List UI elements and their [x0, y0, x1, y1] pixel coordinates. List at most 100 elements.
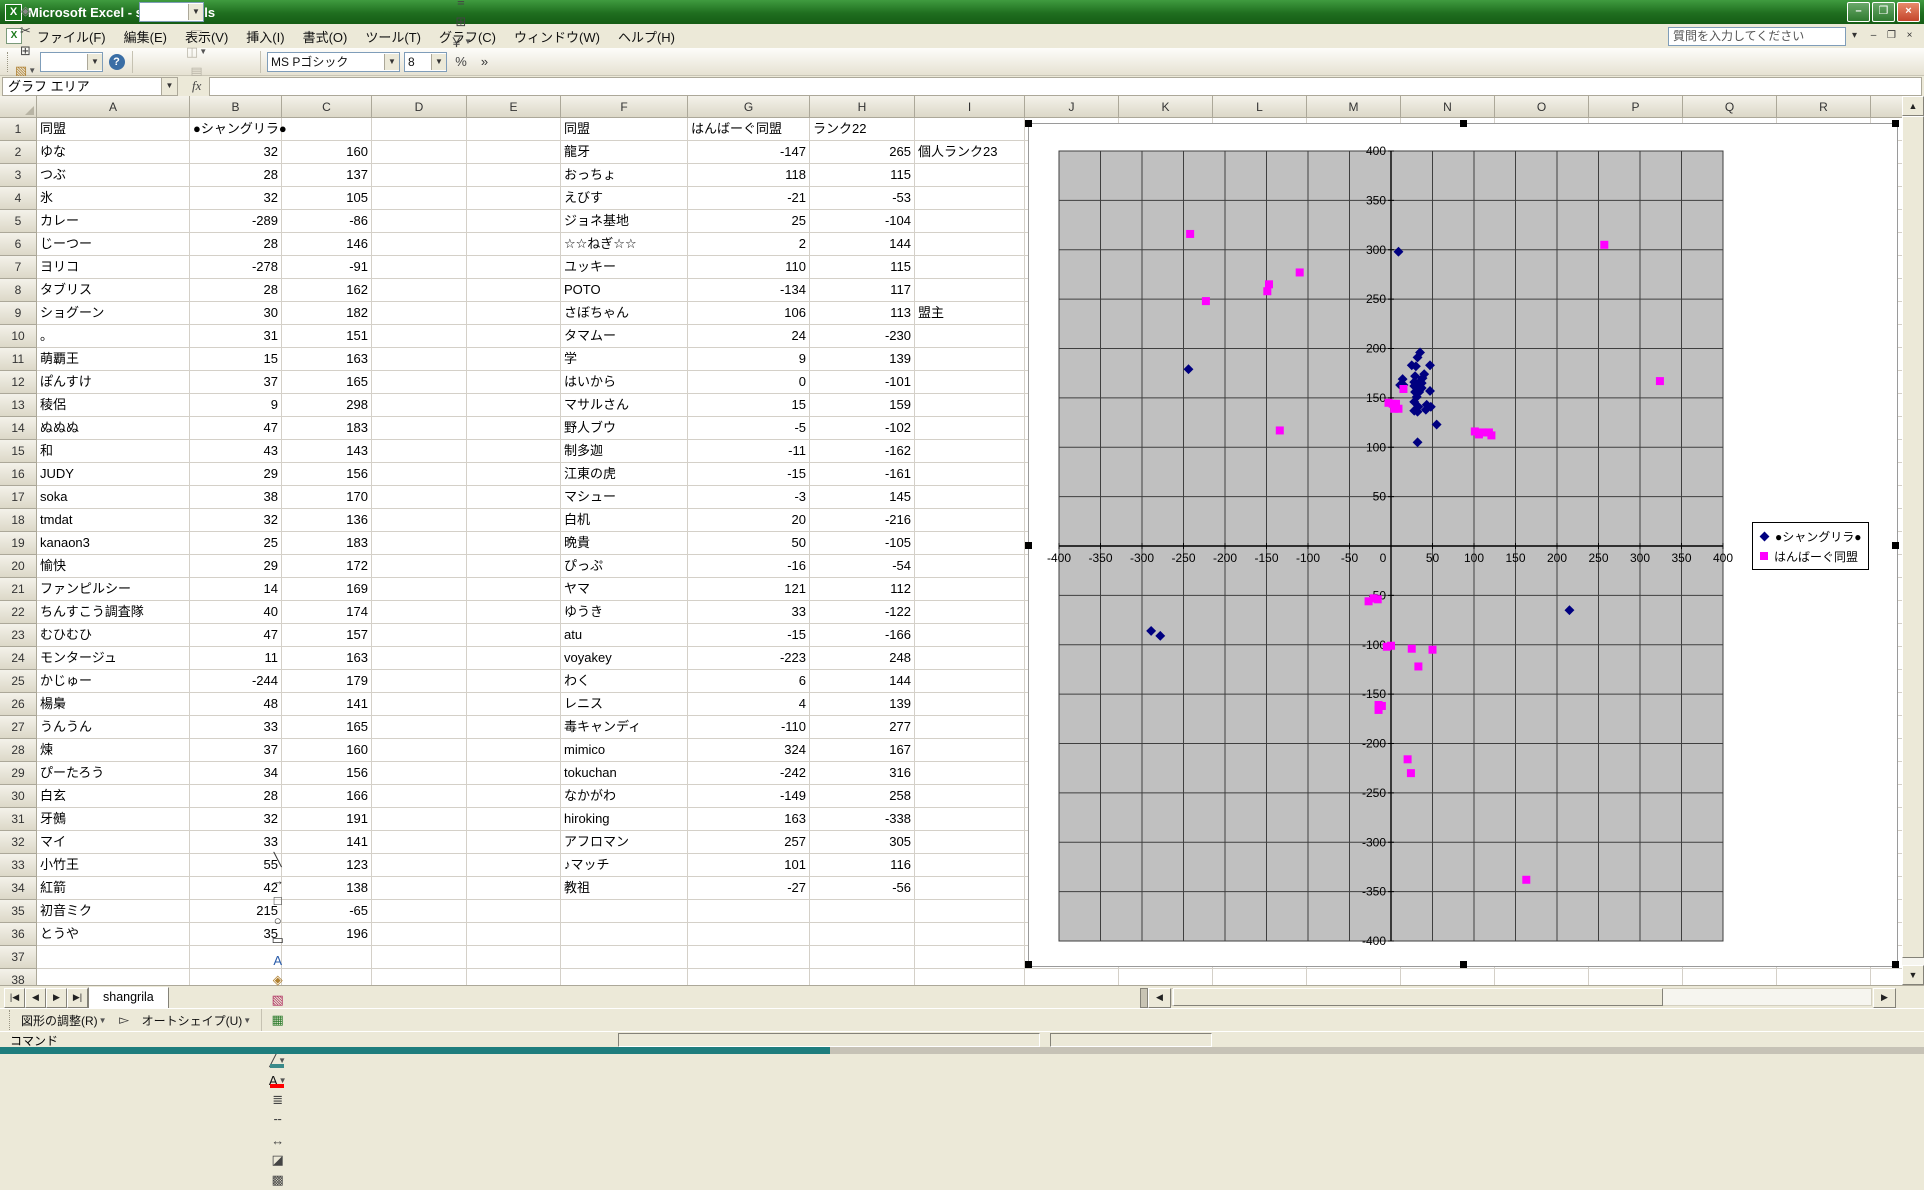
cell-D28[interactable]: [372, 739, 467, 762]
cell-J38[interactable]: [1025, 969, 1119, 985]
cell-C23[interactable]: 157: [282, 624, 372, 647]
cell-G27[interactable]: -110: [688, 716, 810, 739]
scatter-point-s1[interactable]: [1408, 645, 1416, 653]
cell-C32[interactable]: 141: [282, 831, 372, 854]
cell-G5[interactable]: 25: [688, 210, 810, 233]
column-header-E[interactable]: E: [467, 96, 561, 118]
cell-I25[interactable]: [915, 670, 1025, 693]
question-input[interactable]: 質問を入力してください: [1668, 27, 1846, 46]
select-objects-button[interactable]: ▻: [113, 1010, 136, 1030]
cell-A36[interactable]: とうや: [37, 923, 190, 946]
chart-selection-handle[interactable]: [1025, 120, 1032, 127]
cell-A9[interactable]: ショグーン: [37, 302, 190, 325]
cell-A2[interactable]: ゆな: [37, 141, 190, 164]
cell-I11[interactable]: [915, 348, 1025, 371]
cell-G37[interactable]: [688, 946, 810, 969]
cell-H26[interactable]: 139: [810, 693, 915, 716]
cell-C8[interactable]: 162: [282, 279, 372, 302]
cell-F6[interactable]: ☆☆ねぎ☆☆: [561, 233, 688, 256]
cell-B15[interactable]: 43: [190, 440, 282, 463]
cell-E36[interactable]: [467, 923, 561, 946]
cell-H37[interactable]: [810, 946, 915, 969]
cell-E13[interactable]: [467, 394, 561, 417]
cell-G8[interactable]: -134: [688, 279, 810, 302]
workbook-close-button[interactable]: ×: [1901, 28, 1918, 45]
cell-G33[interactable]: 101: [688, 854, 810, 877]
cell-H24[interactable]: 248: [810, 647, 915, 670]
cell-H11[interactable]: 139: [810, 348, 915, 371]
row-header-17[interactable]: 17: [0, 486, 37, 509]
cell-C18[interactable]: 136: [282, 509, 372, 532]
cell-D12[interactable]: [372, 371, 467, 394]
cell-G25[interactable]: 6: [688, 670, 810, 693]
cell-G18[interactable]: 20: [688, 509, 810, 532]
cell-F1[interactable]: 同盟: [561, 118, 688, 141]
scatter-point-s1[interactable]: [1429, 646, 1437, 654]
cell-F2[interactable]: 龍牙: [561, 141, 688, 164]
cell-B3[interactable]: 28: [190, 164, 282, 187]
cell-E6[interactable]: [467, 233, 561, 256]
cell-H32[interactable]: 305: [810, 831, 915, 854]
column-header-G[interactable]: G: [688, 96, 810, 118]
cell-D2[interactable]: [372, 141, 467, 164]
row-header-27[interactable]: 27: [0, 716, 37, 739]
cell-D25[interactable]: [372, 670, 467, 693]
cell-D17[interactable]: [372, 486, 467, 509]
cell-C1[interactable]: [282, 118, 372, 141]
cell-E5[interactable]: [467, 210, 561, 233]
cell-D16[interactable]: [372, 463, 467, 486]
help-button[interactable]: ?: [106, 52, 127, 72]
cell-B10[interactable]: 31: [190, 325, 282, 348]
column-header-N[interactable]: N: [1401, 96, 1495, 118]
cell-F15[interactable]: 制多迦: [561, 440, 688, 463]
cell-F3[interactable]: おっちょ: [561, 164, 688, 187]
cell-I19[interactable]: [915, 532, 1025, 555]
tab-last-button[interactable]: ▶|: [67, 988, 88, 1008]
cell-E11[interactable]: [467, 348, 561, 371]
cell-E2[interactable]: [467, 141, 561, 164]
merge-center-button[interactable]: ⊞: [450, 12, 472, 32]
cell-B17[interactable]: 38: [190, 486, 282, 509]
cell-C30[interactable]: 166: [282, 785, 372, 808]
column-header-R[interactable]: R: [1777, 96, 1871, 118]
cell-H17[interactable]: 145: [810, 486, 915, 509]
cell-H36[interactable]: [810, 923, 915, 946]
cell-F25[interactable]: わく: [561, 670, 688, 693]
cell-E7[interactable]: [467, 256, 561, 279]
cell-C33[interactable]: 123: [282, 854, 372, 877]
cell-A12[interactable]: ぽんすけ: [37, 371, 190, 394]
tab-split-handle[interactable]: [1140, 988, 1148, 1008]
currency-style-button[interactable]: ￥▼: [450, 32, 472, 52]
row-header-19[interactable]: 19: [0, 532, 37, 555]
cell-F23[interactable]: atu: [561, 624, 688, 647]
cell-G21[interactable]: 121: [688, 578, 810, 601]
cell-D6[interactable]: [372, 233, 467, 256]
column-header-I[interactable]: I: [915, 96, 1025, 118]
chart-selection-handle[interactable]: [1892, 542, 1899, 549]
row-header-9[interactable]: 9: [0, 302, 37, 325]
cell-I16[interactable]: [915, 463, 1025, 486]
cell-H31[interactable]: -338: [810, 808, 915, 831]
cell-E18[interactable]: [467, 509, 561, 532]
cell-E26[interactable]: [467, 693, 561, 716]
column-header-P[interactable]: P: [1589, 96, 1683, 118]
cell-G22[interactable]: 33: [688, 601, 810, 624]
cell-I34[interactable]: [915, 877, 1025, 900]
row-header-32[interactable]: 32: [0, 831, 37, 854]
cell-H4[interactable]: -53: [810, 187, 915, 210]
cell-D38[interactable]: [372, 969, 467, 985]
cell-E32[interactable]: [467, 831, 561, 854]
cell-F21[interactable]: ヤマ: [561, 578, 688, 601]
cell-D23[interactable]: [372, 624, 467, 647]
insert-picture-button[interactable]: ▦: [266, 1010, 289, 1030]
cell-E12[interactable]: [467, 371, 561, 394]
cell-C3[interactable]: 137: [282, 164, 372, 187]
cell-A1[interactable]: 同盟: [37, 118, 190, 141]
adjust-shapes-button[interactable]: 図形の調整(R)▼: [15, 1010, 113, 1030]
cell-E31[interactable]: [467, 808, 561, 831]
drawbar-grip[interactable]: [9, 1010, 12, 1030]
hscroll-thumb[interactable]: [1173, 988, 1663, 1006]
cell-G12[interactable]: 0: [688, 371, 810, 394]
cell-G7[interactable]: 110: [688, 256, 810, 279]
sheet-tab-shangrila[interactable]: shangrila: [88, 987, 169, 1009]
